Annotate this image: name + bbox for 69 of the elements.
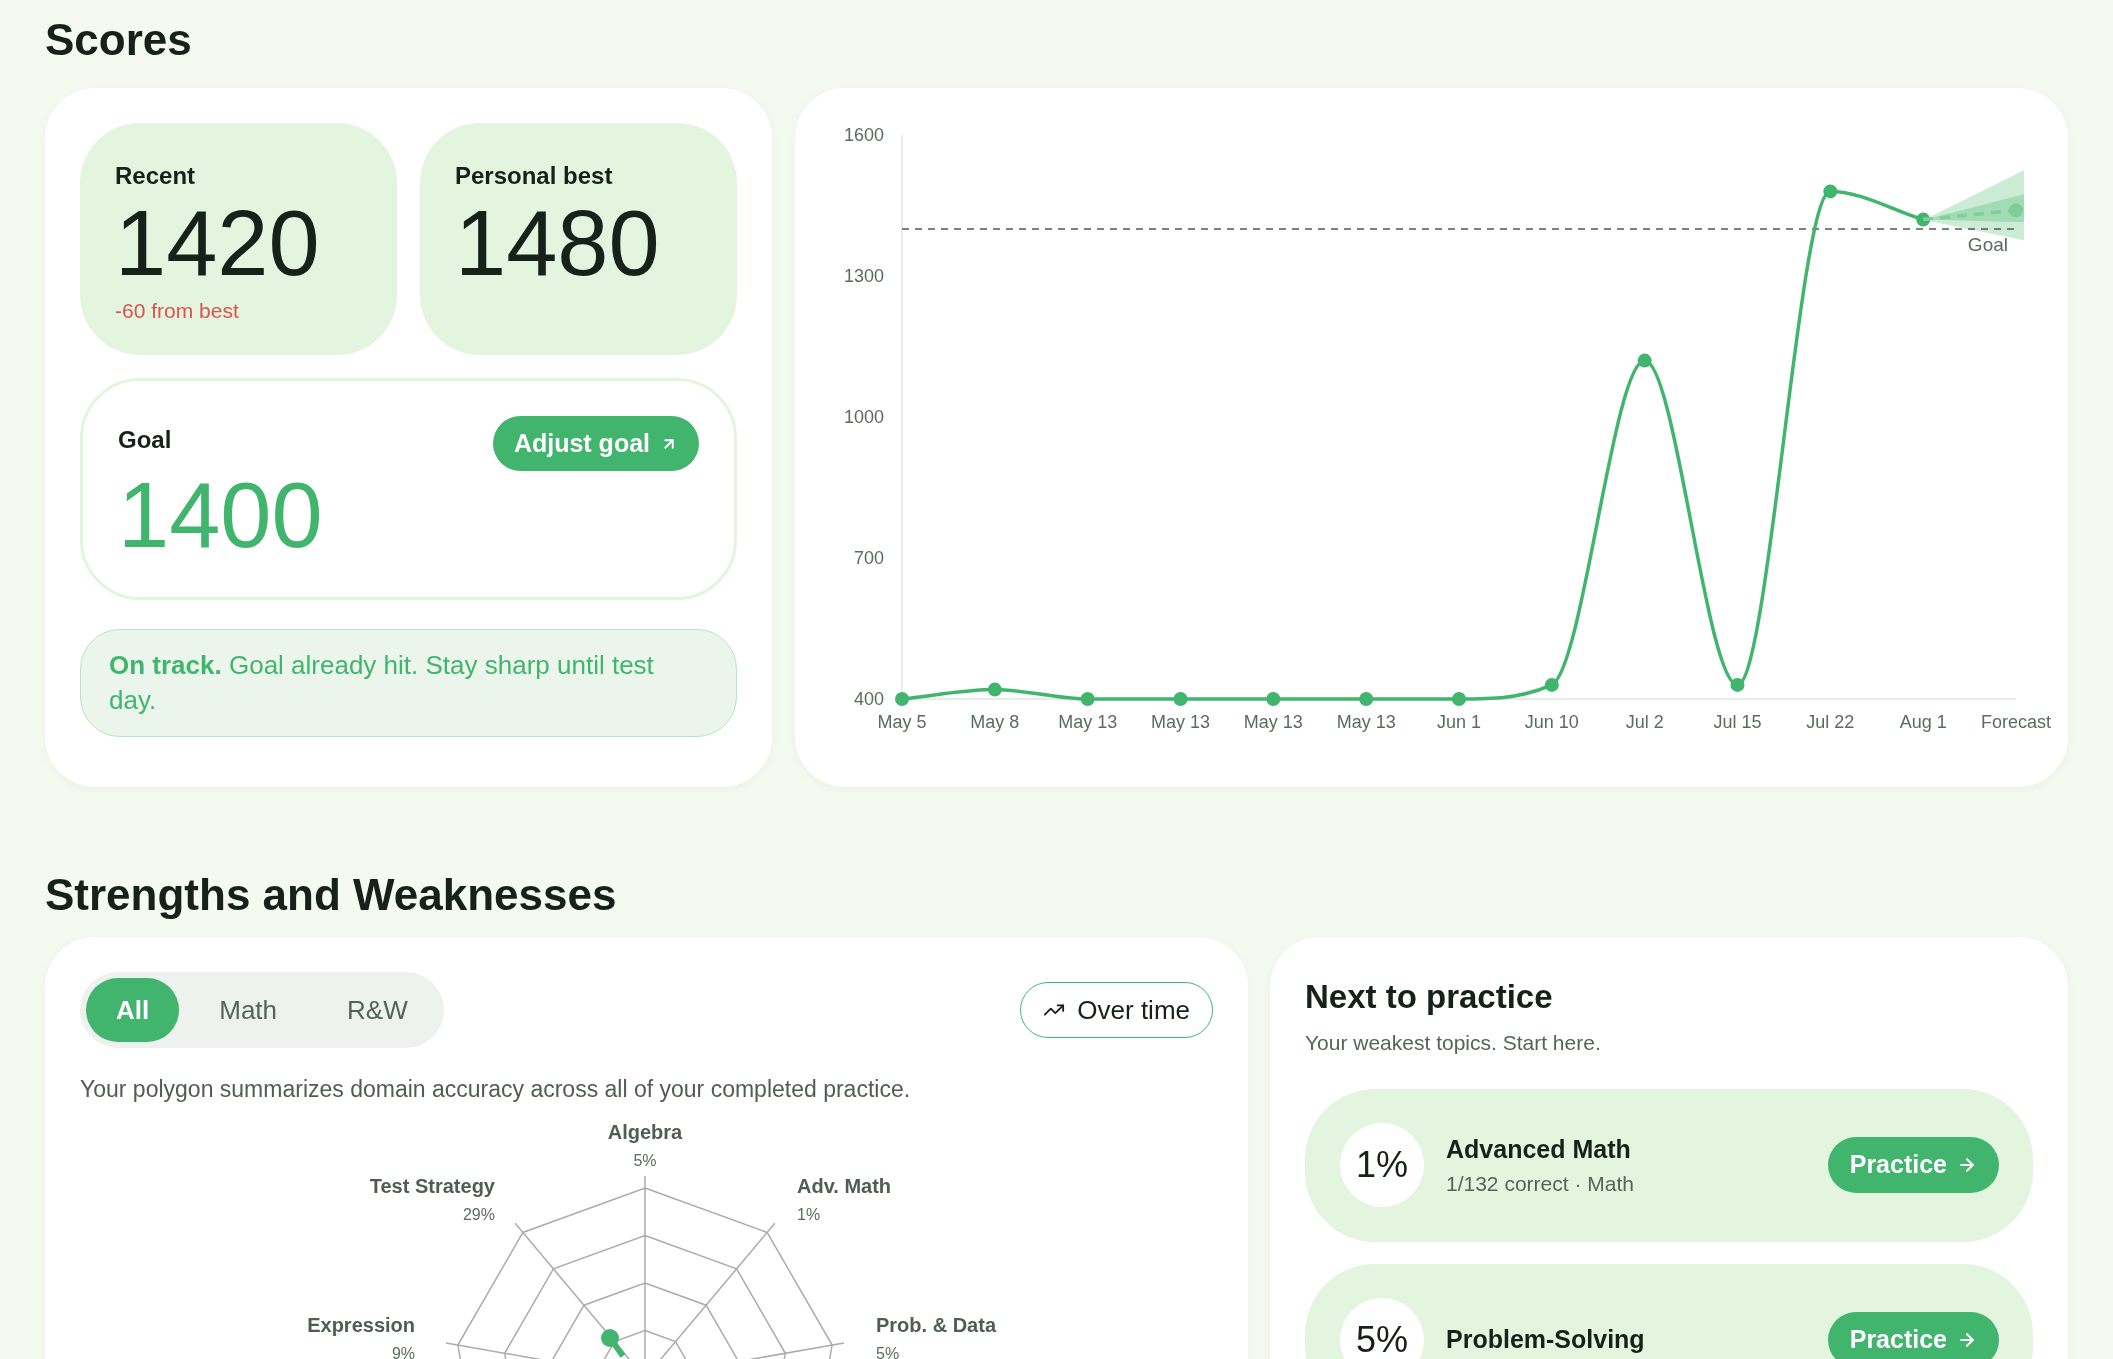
section-title: Strengths and Weaknesses (45, 869, 618, 921)
score-polygon (601, 1328, 626, 1358)
topic-detail: 1/132 correct · Math (1446, 1171, 1635, 1197)
data-point (1730, 677, 1745, 692)
score-value: 1420 (115, 193, 321, 293)
filter-tab[interactable]: All (86, 978, 180, 1042)
axis-label: May 13 (1243, 712, 1303, 732)
axis-label: Jul 22 (1806, 712, 1855, 732)
axis-label: 1000 (843, 407, 884, 427)
axis-label: Jul 2 (1625, 712, 1664, 732)
axis-label: May 13 (1151, 712, 1210, 732)
percent-badge: 5% (1340, 1298, 1424, 1359)
axis-label: Aug 1 (1899, 712, 1947, 732)
data-point (1266, 692, 1281, 706)
data-point (1173, 692, 1188, 706)
axis-label: May 5 (877, 712, 927, 732)
axis-label: Jun 10 (1524, 712, 1579, 732)
axis-value: 29% (462, 1205, 495, 1223)
axis-label: 1600 (843, 125, 884, 145)
axis-label: Jul 15 (1713, 712, 1762, 732)
filter-tab[interactable]: Math (189, 978, 308, 1042)
axis-label: May 13 (1058, 712, 1118, 732)
score-delta: -60 from best (115, 298, 240, 324)
axis-label: Jun 1 (1437, 712, 1481, 732)
practice-button[interactable]: Practice (1827, 1312, 1999, 1359)
arrow-right-icon (1957, 1155, 1977, 1175)
axis-label: 1300 (843, 266, 884, 286)
axis-label: Test Strategy (369, 1174, 495, 1197)
goal-value: 1400 (118, 465, 324, 565)
filter-tab[interactable]: R&W (317, 978, 438, 1042)
axis-label: May 8 (970, 712, 1020, 732)
card-subtitle: Your weakest topics. Start here. (1305, 1030, 1602, 1056)
axis-value: 5% (876, 1344, 900, 1359)
axis-label: Expression (307, 1313, 415, 1336)
axis-value: 5% (633, 1151, 657, 1169)
description: Your polygon summarizes domain accuracy across all of your completed practice. (79, 1075, 912, 1104)
goal-label: Goal (1967, 234, 2008, 255)
data-point (2009, 203, 2023, 218)
axis-label: Forecast (1981, 712, 2051, 732)
tile-label: Recent (115, 161, 197, 191)
data-point (1544, 677, 1559, 692)
axis-label: Algebra (607, 1120, 683, 1143)
card-title: Next to practice (1305, 977, 1554, 1017)
axis-label: May 13 (1336, 712, 1396, 732)
percent-badge: 1% (1340, 1123, 1424, 1207)
section-title: Scores (45, 14, 193, 66)
data-point (1823, 184, 1838, 199)
axis-value: 9% (391, 1344, 415, 1359)
adjust-goal-button[interactable]: Adjust goal (492, 416, 699, 471)
topic-name: Advanced Math (1446, 1133, 1632, 1165)
axis-label: 400 (853, 689, 884, 709)
data-point (987, 682, 1002, 697)
score-value: 1480 (455, 193, 661, 293)
data-point (895, 692, 909, 706)
axis-value: 1% (797, 1205, 821, 1223)
data-point (1916, 212, 1931, 227)
arrow-right-icon (1957, 1330, 1977, 1350)
tile-label: Personal best (455, 161, 614, 191)
tile-label: Goal (118, 425, 172, 455)
axis-label: Prob. & Data (876, 1313, 997, 1336)
topic-name: Problem-Solving (1446, 1324, 1646, 1356)
practice-button[interactable]: Practice (1827, 1137, 1999, 1193)
data-point (1080, 692, 1095, 706)
data-point (1452, 692, 1466, 706)
status-banner: On track. Goal already hit. Stay sharp until test day. (80, 629, 737, 737)
data-point (1359, 692, 1374, 706)
axis-label: Adv. Math (797, 1174, 892, 1197)
data-point (1637, 353, 1652, 368)
axis-label: 700 (853, 548, 884, 568)
